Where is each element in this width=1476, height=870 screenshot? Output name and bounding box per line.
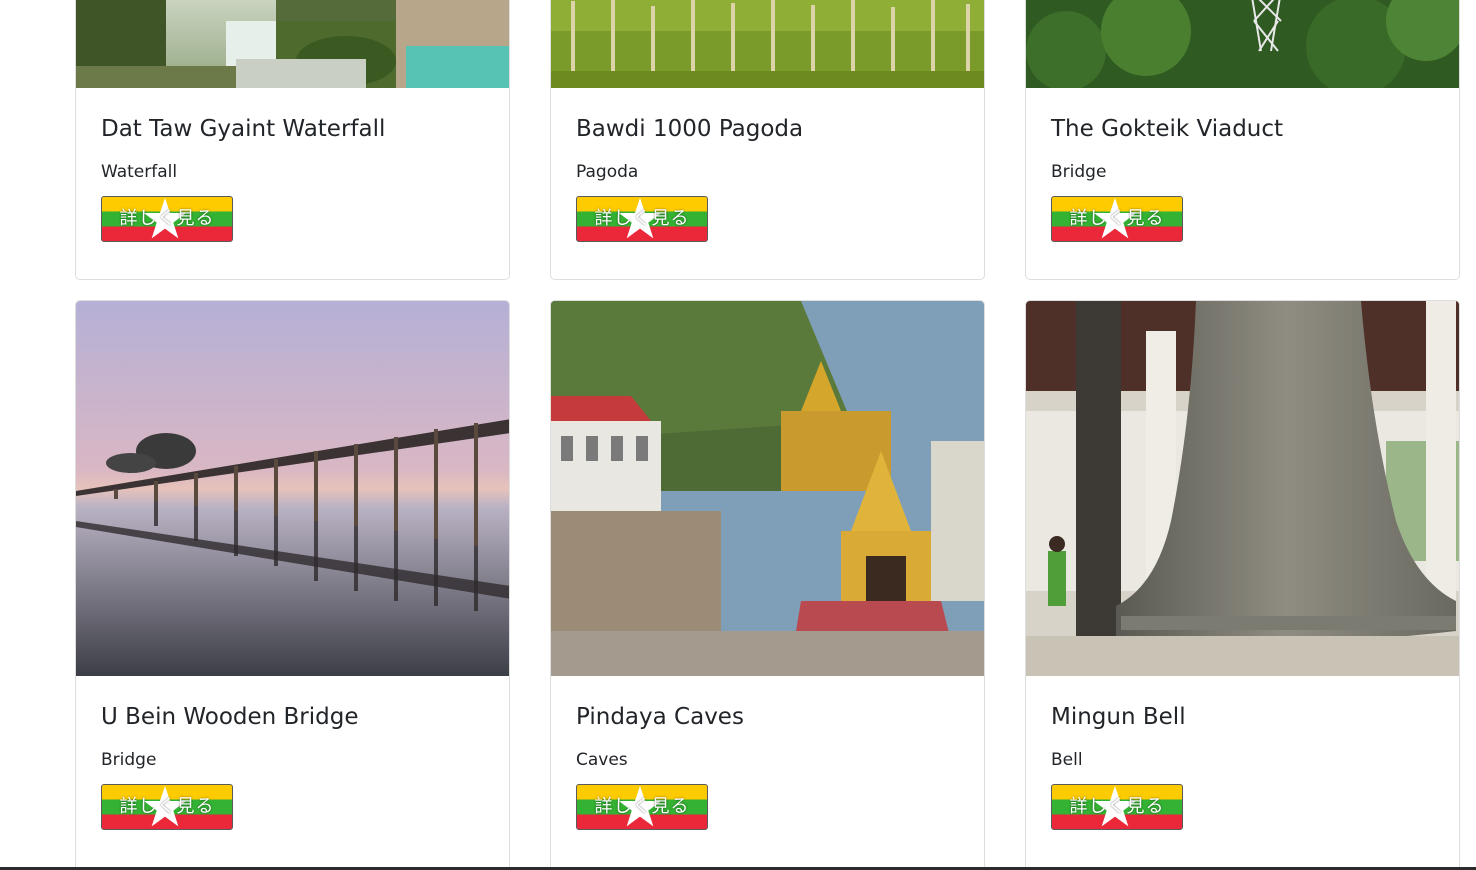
card-title: Dat Taw Gyaint Waterfall <box>101 116 386 142</box>
attraction-card: U Bein Wooden Bridge Bridge 詳しく見る <box>75 300 510 870</box>
card-image <box>1026 301 1459 676</box>
card-image <box>551 301 984 676</box>
card-image <box>76 301 509 676</box>
details-button[interactable]: 詳しく見る <box>576 784 708 830</box>
card-image <box>76 0 509 88</box>
card-title: U Bein Wooden Bridge <box>101 704 359 730</box>
details-button[interactable]: 詳しく見る <box>576 196 708 242</box>
card-category: Bridge <box>101 750 157 770</box>
card-title: The Gokteik Viaduct <box>1051 116 1284 142</box>
details-button[interactable]: 詳しく見る <box>101 196 233 242</box>
card-category: Caves <box>576 750 628 770</box>
card-title: Mingun Bell <box>1051 704 1186 730</box>
card-category: Waterfall <box>101 162 178 182</box>
card-title: Bawdi 1000 Pagoda <box>576 116 804 142</box>
attraction-card: The Gokteik Viaduct Bridge 詳しく見る <box>1025 0 1460 280</box>
details-button[interactable]: 詳しく見る <box>1051 196 1183 242</box>
attraction-card: Pindaya Caves Caves 詳しく見る <box>550 300 985 870</box>
attraction-card: Dat Taw Gyaint Waterfall Waterfall 詳しく見る <box>75 0 510 280</box>
attraction-card: Mingun Bell Bell 詳しく見る <box>1025 300 1460 870</box>
details-button-label: 詳しく見る <box>1069 208 1165 229</box>
details-button-label: 詳しく見る <box>1069 796 1165 817</box>
card-category: Bell <box>1051 750 1083 770</box>
details-button-label: 詳しく見る <box>119 208 215 229</box>
card-category: Bridge <box>1051 162 1107 182</box>
card-image <box>551 0 984 88</box>
attractions-grid: Dat Taw Gyaint Waterfall Waterfall 詳しく見る <box>0 0 1476 870</box>
details-button[interactable]: 詳しく見る <box>101 784 233 830</box>
attraction-card: Bawdi 1000 Pagoda Pagoda 詳しく見る <box>550 0 985 280</box>
details-button-label: 詳しく見る <box>119 796 215 817</box>
details-button-label: 詳しく見る <box>594 796 690 817</box>
card-title: Pindaya Caves <box>576 704 744 730</box>
card-category: Pagoda <box>576 162 639 182</box>
details-button[interactable]: 詳しく見る <box>1051 784 1183 830</box>
details-button-label: 詳しく見る <box>594 208 690 229</box>
card-image <box>1026 0 1459 88</box>
